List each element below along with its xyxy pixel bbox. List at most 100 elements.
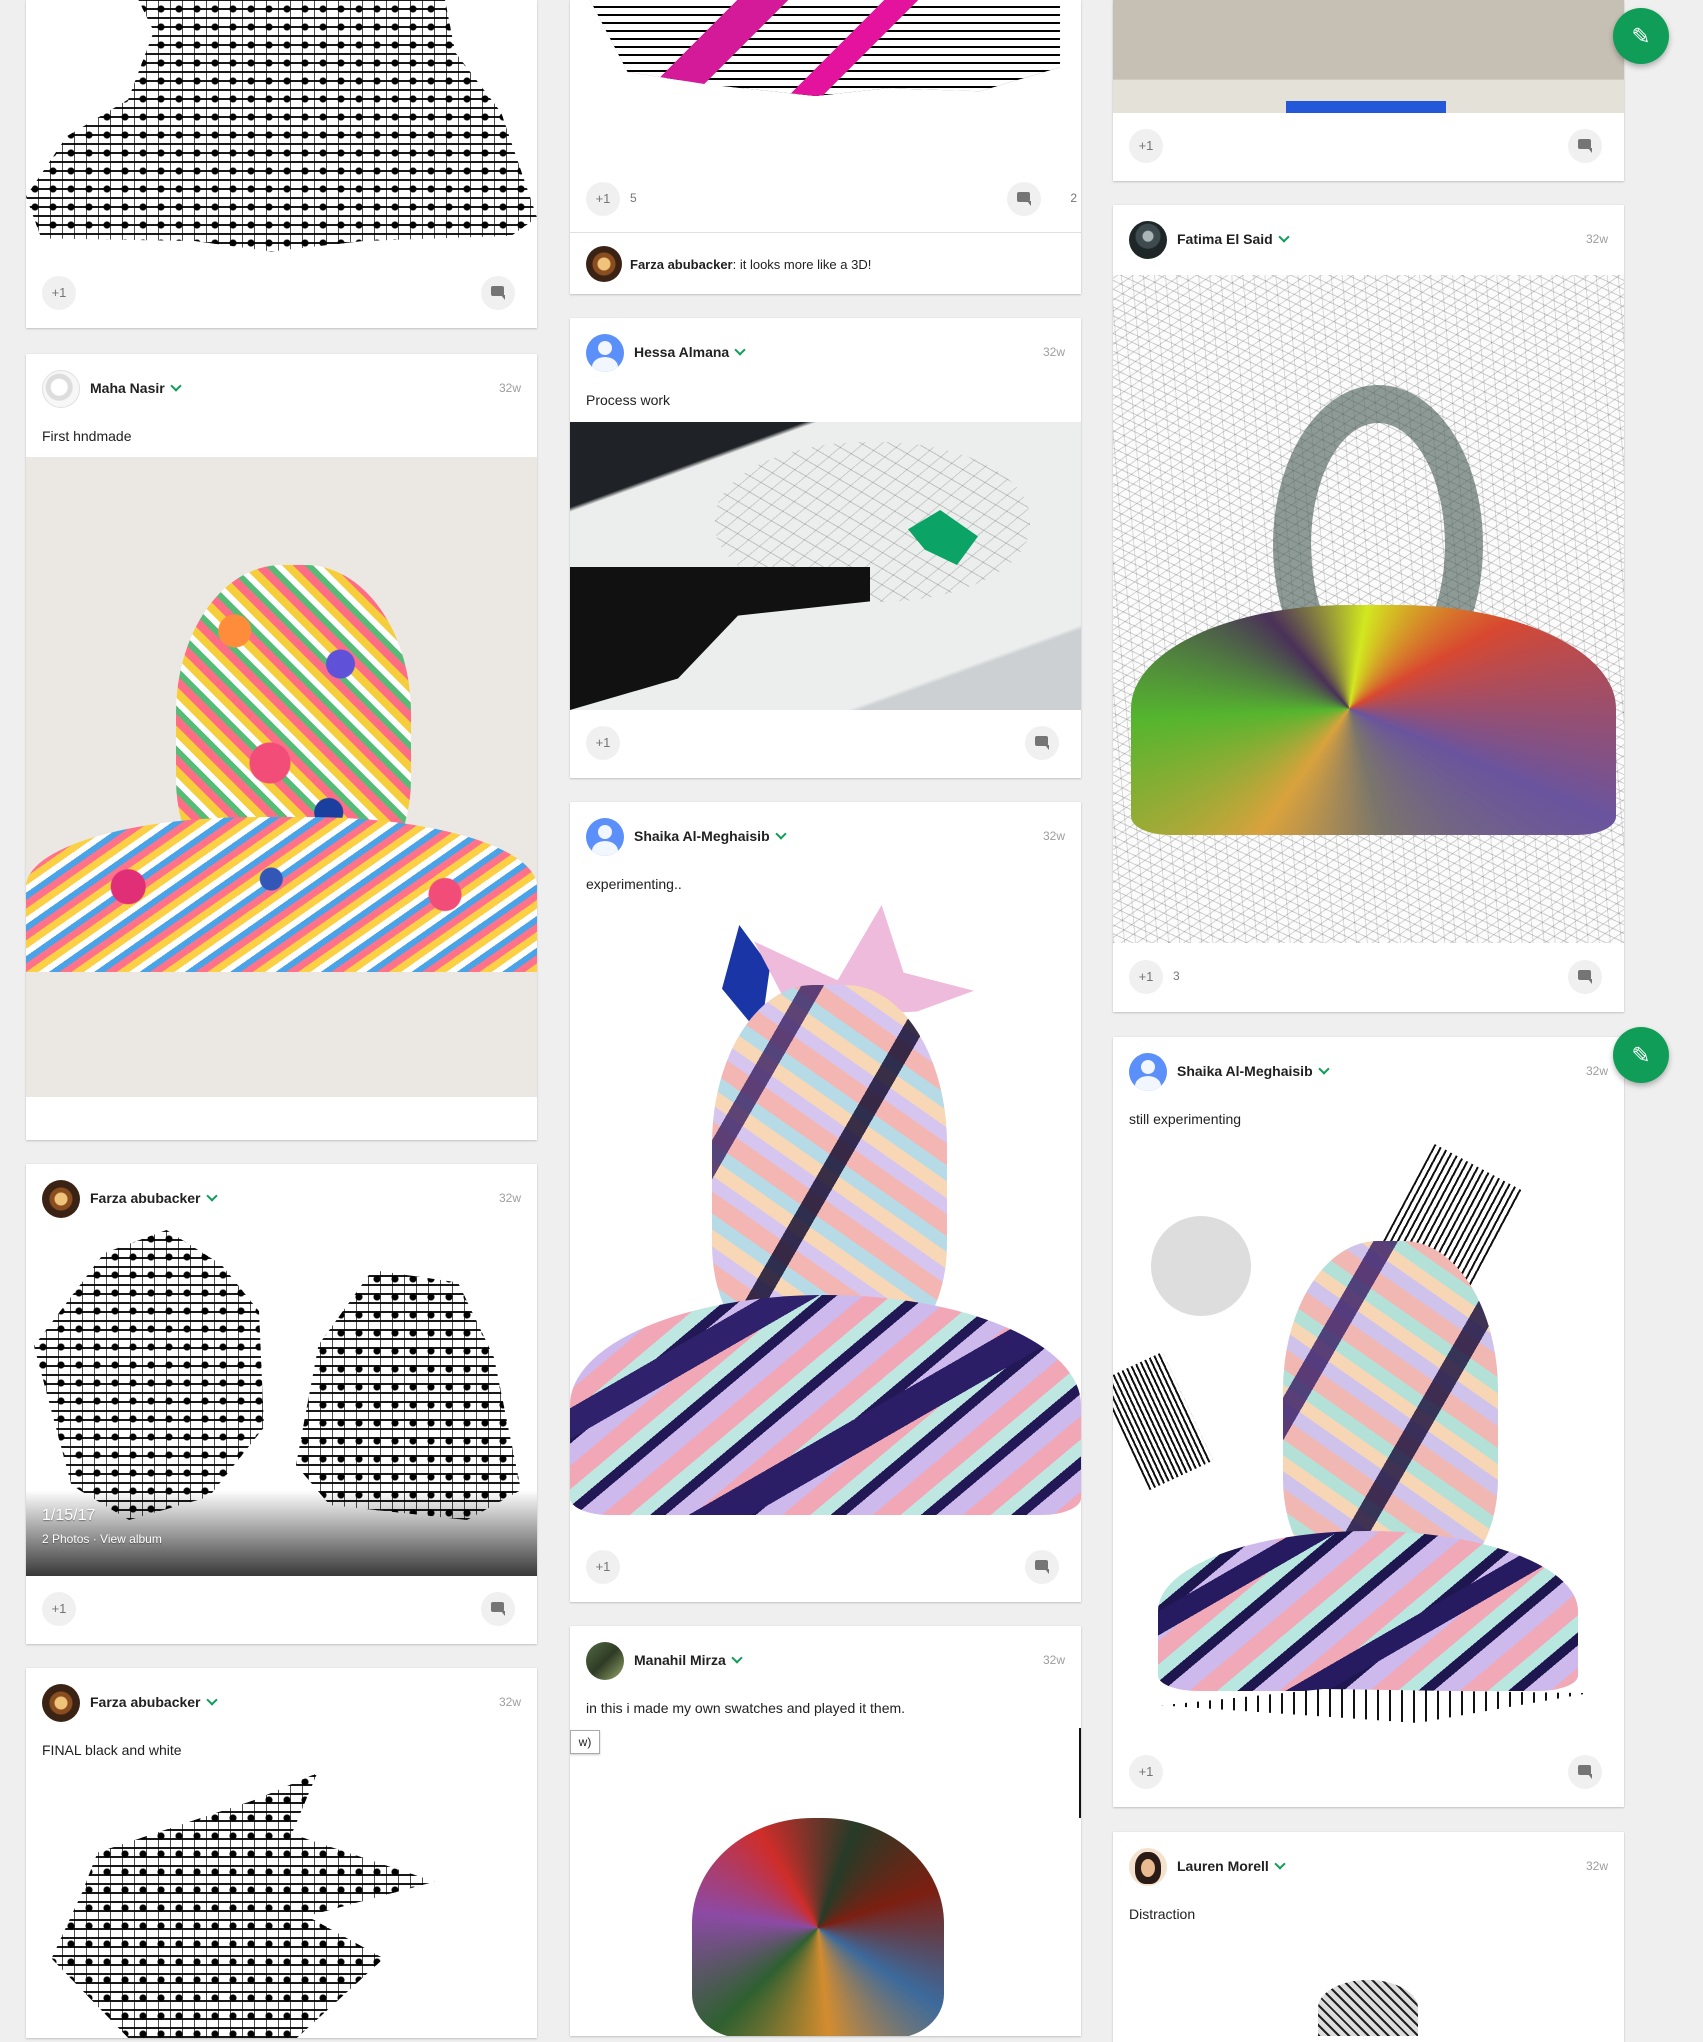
plus-one-button[interactable]: +1 bbox=[42, 276, 76, 310]
post-text: experimenting.. bbox=[586, 876, 682, 892]
post-card-top-right: +1 bbox=[1113, 0, 1624, 181]
author-name[interactable]: Farza abubacker bbox=[90, 1694, 218, 1710]
author-name[interactable]: Shaika Al-Meghaisib bbox=[1177, 1063, 1330, 1079]
plus-one-button[interactable]: +1 bbox=[42, 1592, 76, 1626]
comment-icon[interactable] bbox=[1568, 960, 1602, 994]
album-figure-left bbox=[34, 1230, 264, 1520]
post-header: Farza abubacker 32w bbox=[42, 1684, 521, 1722]
plus-one-count: 5 bbox=[630, 191, 637, 205]
post-time: 32w bbox=[498, 1191, 521, 1205]
comment-author[interactable]: Farza abubacker bbox=[630, 257, 733, 272]
post-header: Shaika Al-Meghaisib 32w bbox=[1129, 1053, 1608, 1091]
album-date: 1/15/17 bbox=[42, 1507, 96, 1524]
post-image[interactable] bbox=[51, 1773, 435, 2038]
avatar[interactable] bbox=[1129, 221, 1167, 259]
author-name[interactable]: Maha Nasir bbox=[90, 380, 182, 396]
chevron-down-icon[interactable] bbox=[731, 1652, 743, 1664]
post-card: Fatima El Said 32w +1 3 bbox=[1113, 205, 1624, 1012]
post-image[interactable] bbox=[570, 905, 1081, 1545]
gray-shapes bbox=[1151, 1216, 1251, 1316]
comment-icon[interactable] bbox=[1568, 1755, 1602, 1789]
post-card: Lauren Morell 32w Distraction bbox=[1113, 1832, 1624, 2042]
plus-one-button[interactable]: +1 bbox=[1129, 1755, 1163, 1789]
chevron-down-icon[interactable] bbox=[1317, 1063, 1330, 1075]
post-footer: +1 5 2 bbox=[586, 182, 1077, 216]
chevron-down-icon[interactable] bbox=[205, 1190, 218, 1202]
author-name[interactable]: Hessa Almana bbox=[634, 344, 746, 360]
comment-icon[interactable] bbox=[481, 276, 515, 310]
chevron-down-icon[interactable] bbox=[774, 828, 787, 840]
author-name[interactable]: Lauren Morell bbox=[1177, 1858, 1286, 1874]
plus-one-button[interactable]: +1 bbox=[1129, 129, 1163, 163]
plus-one-button[interactable]: +1 bbox=[586, 182, 620, 216]
comment-icon[interactable] bbox=[1025, 1550, 1059, 1584]
avatar[interactable] bbox=[586, 246, 622, 282]
avatar[interactable] bbox=[1129, 1053, 1167, 1091]
plus-one-button[interactable]: +1 bbox=[586, 726, 620, 760]
album-meta[interactable]: 2 Photos · View album bbox=[42, 1532, 162, 1546]
chevron-down-icon[interactable] bbox=[1278, 231, 1290, 243]
post-image[interactable] bbox=[1113, 1141, 1624, 1747]
post-header: Farza abubacker 32w bbox=[42, 1180, 521, 1218]
avatar[interactable] bbox=[42, 370, 80, 408]
edit-fab[interactable]: ✎ bbox=[1613, 8, 1669, 64]
post-image[interactable] bbox=[1113, 1936, 1624, 2036]
post-text: still experimenting bbox=[1129, 1111, 1242, 1127]
post-footer: +1 bbox=[42, 276, 515, 310]
drawing-hand bbox=[570, 567, 870, 710]
avatar[interactable] bbox=[586, 334, 624, 372]
post-header: Shaika Al-Meghaisib 32w bbox=[586, 818, 1065, 856]
post-card: Maha Nasir 32w First hndmade bbox=[26, 354, 537, 1140]
post-image[interactable] bbox=[570, 422, 1081, 710]
post-image[interactable] bbox=[1113, 275, 1624, 943]
distraction-sketch bbox=[1318, 1980, 1418, 2036]
post-footer: +1 bbox=[1129, 129, 1602, 163]
post-image[interactable] bbox=[1113, 0, 1624, 113]
post-footer: +1 bbox=[42, 1592, 515, 1626]
comment-icon[interactable] bbox=[1568, 129, 1602, 163]
album-post-card: Farza abubacker 32w 1/15/17 2 Photos · V… bbox=[26, 1164, 537, 1644]
chevron-down-icon[interactable] bbox=[1274, 1858, 1286, 1870]
post-time: 32w bbox=[1042, 345, 1065, 359]
author-name[interactable]: Manahil Mirza bbox=[634, 1652, 743, 1668]
divider bbox=[570, 232, 1081, 233]
post-card: Shaika Al-Meghaisib 32w still experiment… bbox=[1113, 1037, 1624, 1807]
plus-one-count: 3 bbox=[1173, 969, 1180, 983]
plus-one-button[interactable]: +1 bbox=[1129, 960, 1163, 994]
author-name[interactable]: Shaika Al-Meghaisib bbox=[634, 828, 787, 844]
comment-count: 2 bbox=[1070, 191, 1077, 205]
post-text: FINAL black and white bbox=[42, 1742, 182, 1758]
post-image[interactable] bbox=[26, 0, 537, 252]
post-header: Manahil Mirza 32w bbox=[586, 1642, 1065, 1680]
avatar[interactable] bbox=[586, 818, 624, 856]
post-image[interactable] bbox=[26, 457, 537, 1097]
avatar[interactable] bbox=[1129, 1848, 1167, 1886]
post-image[interactable] bbox=[570, 0, 1081, 180]
chevron-down-icon[interactable] bbox=[734, 344, 746, 356]
post-text: First hndmade bbox=[42, 428, 132, 444]
post-card-top-middle: +1 5 2 Farza abubacker: it looks more li… bbox=[570, 0, 1081, 294]
chevron-down-icon[interactable] bbox=[205, 1694, 218, 1706]
comment-icon[interactable] bbox=[1025, 726, 1059, 760]
comment-text: Farza abubacker: it looks more like a 3D… bbox=[630, 257, 872, 272]
colorful-head-preview bbox=[692, 1818, 944, 2036]
still-experimenting-head bbox=[1283, 1241, 1498, 1581]
comment-icon[interactable] bbox=[1007, 182, 1041, 216]
avatar[interactable] bbox=[42, 1180, 80, 1218]
post-image[interactable] bbox=[570, 1818, 1081, 2036]
plus-one-button[interactable]: +1 bbox=[586, 1550, 620, 1584]
post-footer: +1 bbox=[586, 726, 1059, 760]
album-image[interactable]: 1/15/17 2 Photos · View album bbox=[26, 1230, 537, 1576]
comment-icon[interactable] bbox=[481, 1592, 515, 1626]
magenta-fragments bbox=[590, 0, 1060, 96]
post-text: Process work bbox=[586, 392, 671, 408]
post-text: Distraction bbox=[1129, 1906, 1196, 1922]
author-name[interactable]: Fatima El Said bbox=[1177, 231, 1290, 247]
avatar[interactable] bbox=[586, 1642, 624, 1680]
edit-fab[interactable]: ✎ bbox=[1613, 1027, 1669, 1083]
author-name[interactable]: Farza abubacker bbox=[90, 1190, 218, 1206]
chevron-down-icon[interactable] bbox=[170, 380, 182, 392]
post-text: in this i made my own swatches and playe… bbox=[586, 1700, 906, 1716]
avatar[interactable] bbox=[42, 1684, 80, 1722]
still-experimenting-shoulders bbox=[1158, 1531, 1578, 1691]
